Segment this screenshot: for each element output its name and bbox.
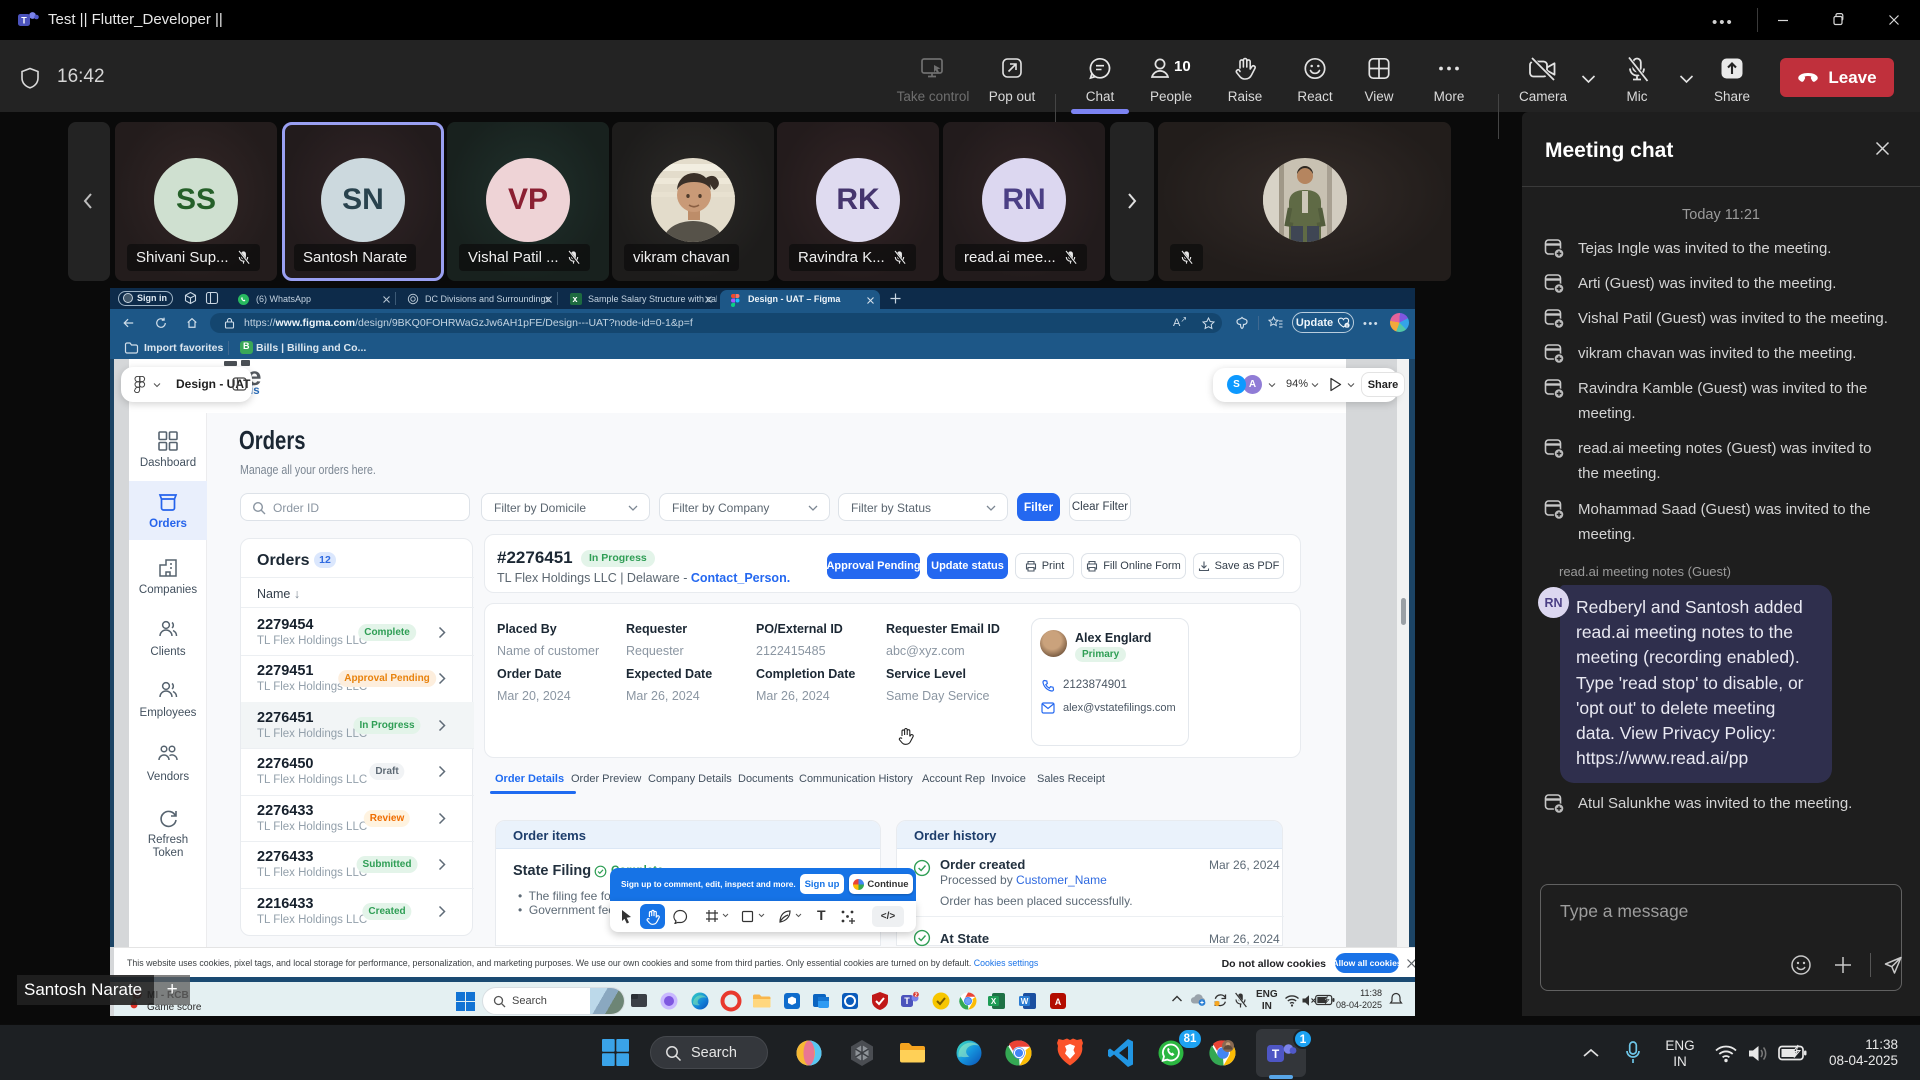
svg-text:W: W [1021, 997, 1029, 1006]
svg-text:T: T [1272, 1047, 1280, 1061]
svg-text:T: T [21, 16, 27, 26]
svg-text:X: X [991, 997, 997, 1006]
svg-text:10: 10 [1174, 58, 1191, 75]
svg-text:A: A [1055, 997, 1062, 1007]
svg-text:T: T [904, 996, 910, 1006]
svg-text:2: 2 [914, 993, 917, 999]
